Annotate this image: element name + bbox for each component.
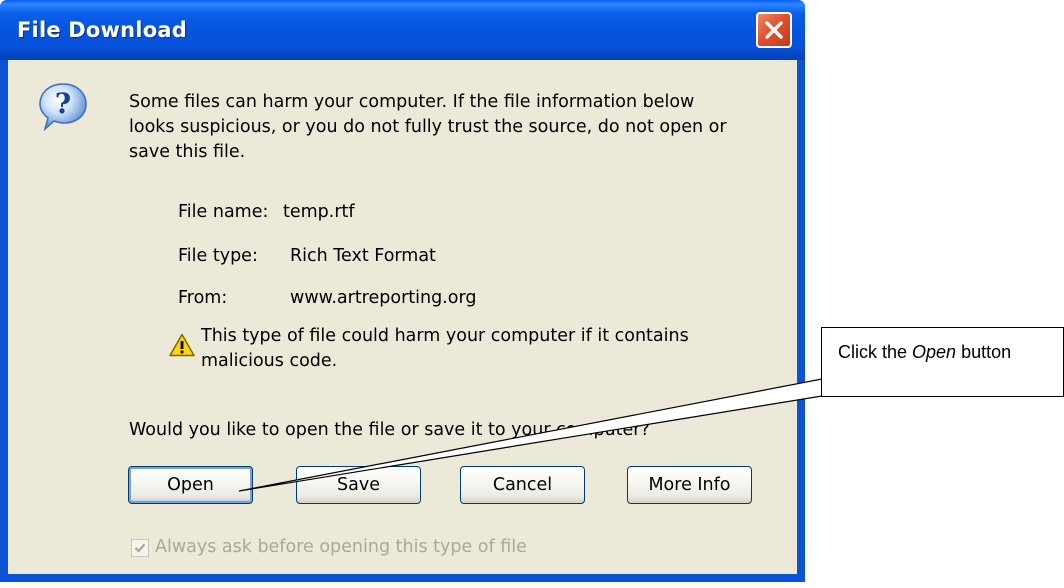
warning-line: malicious code.: [201, 351, 338, 371]
always-ask-checkbox[interactable]: [131, 539, 149, 557]
dialog-body: ? Some files can harm your computer. If …: [8, 60, 797, 574]
save-button[interactable]: Save: [296, 466, 421, 504]
title-bar[interactable]: File Download: [0, 0, 805, 60]
callout-emphasis: Open: [912, 342, 957, 362]
instruction-callout: Click the Open button: [821, 327, 1064, 397]
svg-text:?: ?: [55, 87, 71, 120]
callout-text: Click the Open button: [838, 342, 1011, 363]
open-button[interactable]: Open: [128, 466, 253, 504]
security-message: Some files can harm your computer. If th…: [129, 90, 749, 165]
close-icon: [765, 21, 783, 39]
file-type-value: Rich Text Format: [290, 246, 436, 266]
from-label: From:: [178, 288, 228, 308]
window-title: File Download: [17, 18, 187, 42]
more-info-button[interactable]: More Info: [627, 466, 752, 504]
check-icon: [134, 543, 146, 553]
warning-icon: [169, 333, 195, 357]
download-question: Would you like to open the file or save …: [129, 420, 650, 440]
warning-message: This type of file could harm your comput…: [201, 324, 689, 374]
always-ask-label: Always ask before opening this type of f…: [155, 537, 527, 557]
message-line: looks suspicious, or you do not fully tr…: [129, 117, 727, 137]
question-icon: ?: [39, 83, 87, 132]
close-button[interactable]: [756, 12, 792, 48]
file-name-value: temp.rtf: [283, 202, 355, 222]
screenshot-stage: File Download ? Some files can harm your…: [0, 0, 1064, 588]
callout-suffix: button: [956, 342, 1012, 362]
warning-line: This type of file could harm your comput…: [201, 326, 689, 346]
file-name-label: File name:: [178, 202, 269, 222]
file-type-label: File type:: [178, 246, 258, 266]
from-value: www.artreporting.org: [290, 288, 477, 308]
callout-prefix: Click the: [838, 342, 913, 362]
message-line: Some files can harm your computer. If th…: [129, 92, 695, 112]
file-download-dialog: File Download ? Some files can harm your…: [0, 0, 805, 582]
message-line: save this file.: [129, 142, 246, 162]
cancel-button[interactable]: Cancel: [460, 466, 585, 504]
